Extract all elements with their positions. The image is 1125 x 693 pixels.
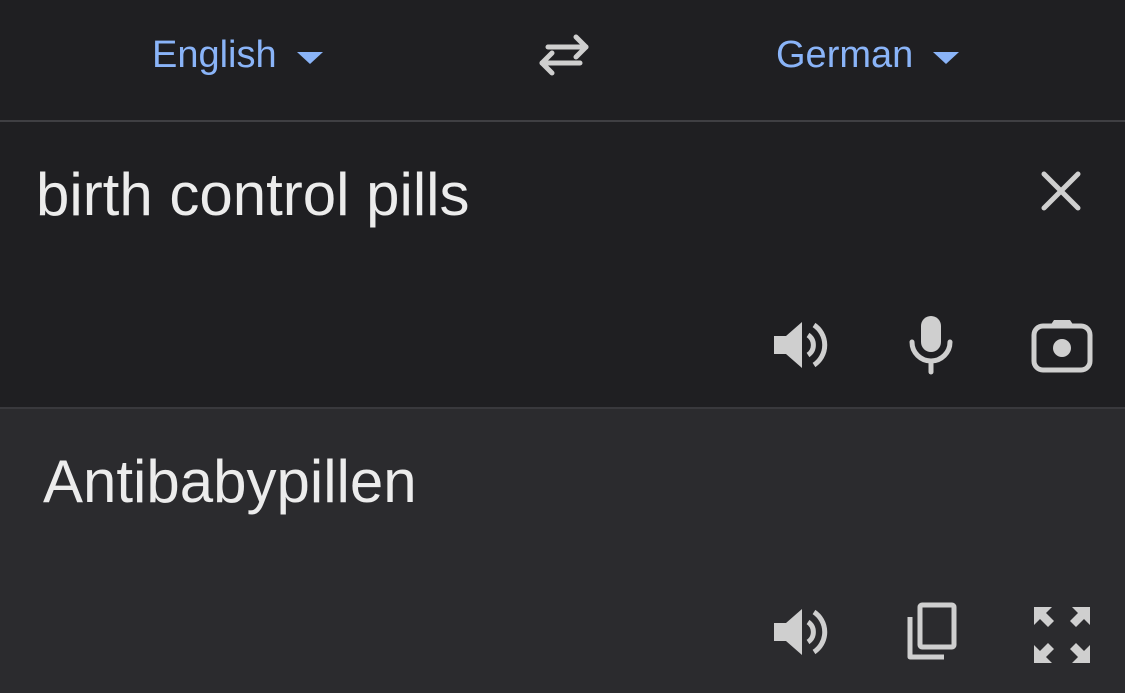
copy-button[interactable] (900, 601, 960, 663)
chevron-down-icon (933, 52, 960, 64)
speaker-icon (774, 609, 828, 655)
source-input-panel[interactable]: birth control pills (0, 122, 1125, 407)
translated-text: Antibabypillen (43, 448, 417, 515)
fullscreen-button[interactable] (1032, 605, 1092, 665)
fullscreen-icon (1034, 607, 1090, 663)
swap-arrows-icon (539, 34, 589, 76)
source-text[interactable]: birth control pills (36, 160, 470, 230)
microphone-icon (909, 316, 953, 375)
language-bar: English German (0, 0, 1125, 120)
listen-translation-button[interactable] (770, 604, 830, 660)
clear-button[interactable] (1036, 166, 1086, 216)
copy-icon (907, 602, 957, 660)
listen-source-button[interactable] (770, 317, 830, 373)
camera-button[interactable] (1030, 318, 1094, 374)
camera-icon (1031, 320, 1093, 373)
microphone-button[interactable] (906, 312, 956, 376)
source-language-selector[interactable]: English (152, 30, 323, 80)
translation-output-panel: Antibabypillen (0, 407, 1125, 693)
chevron-down-icon (296, 52, 323, 64)
source-language-label: English (152, 33, 277, 76)
close-icon (1041, 171, 1081, 211)
target-language-label: German (776, 33, 914, 76)
swap-languages-button[interactable] (534, 32, 594, 78)
speaker-icon (774, 322, 828, 368)
target-language-selector[interactable]: German (776, 30, 960, 80)
